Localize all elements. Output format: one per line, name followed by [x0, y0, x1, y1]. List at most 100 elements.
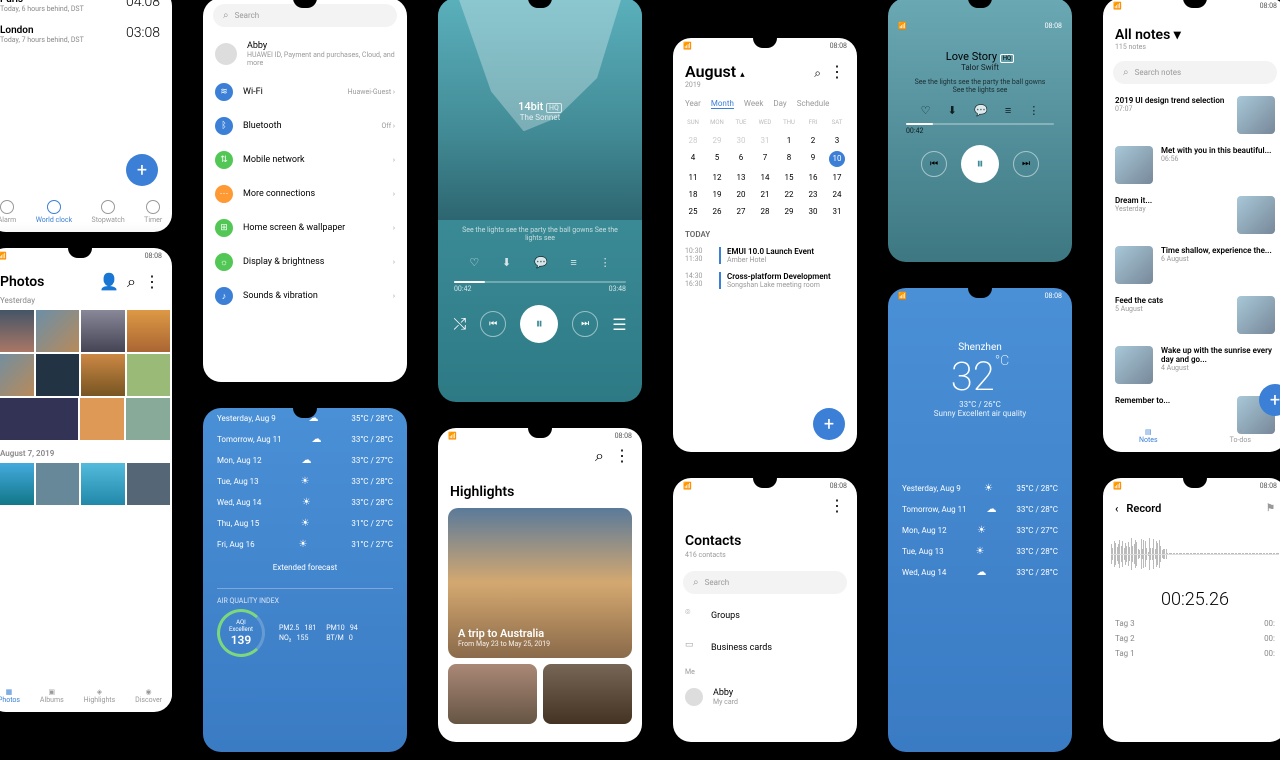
- settings-row[interactable]: ⇅Mobile network ›: [203, 143, 407, 177]
- add-city-button[interactable]: +: [126, 154, 158, 186]
- calendar-day[interactable]: 4: [681, 149, 705, 169]
- recorder-tag[interactable]: Tag 300:: [1103, 616, 1280, 631]
- calendar-day[interactable]: 22: [777, 186, 801, 203]
- calendar-day[interactable]: 25: [681, 203, 705, 220]
- thumbnail[interactable]: [126, 398, 170, 440]
- weather-day-row[interactable]: Thu, Aug 15☀31°C / 27°C: [203, 513, 407, 534]
- thumbnail[interactable]: [127, 463, 171, 505]
- settings-row[interactable]: ≋Wi-FiHuawei-Guest ›: [203, 75, 407, 109]
- thumbnail[interactable]: [36, 310, 80, 352]
- tab-todos[interactable]: ✓To-dos: [1230, 428, 1251, 444]
- settings-row[interactable]: ⋯More connections ›: [203, 177, 407, 211]
- tab-schedule[interactable]: Schedule: [797, 99, 830, 109]
- weather-day-row[interactable]: Wed, Aug 14☁33°C / 28°C: [888, 562, 1072, 583]
- shuffle-icon[interactable]: ⤭: [453, 314, 466, 334]
- recorder-tag[interactable]: Tag 200:: [1103, 631, 1280, 646]
- note-item[interactable]: Time shallow, experience the...6 August: [1103, 240, 1280, 290]
- tab-year[interactable]: Year: [685, 99, 701, 109]
- next-button[interactable]: ⏭: [1013, 151, 1039, 177]
- profile-row[interactable]: AbbyHUAWEI ID, Payment and purchases, Cl…: [203, 33, 407, 75]
- calendar-day[interactable]: 30: [801, 203, 825, 220]
- search-icon[interactable]: ⌕: [595, 446, 604, 466]
- highlight-card[interactable]: A trip to Australia From May 23 to May 2…: [448, 508, 632, 658]
- settings-row[interactable]: ᛒBluetoothOff ›: [203, 109, 407, 143]
- recorder-tag[interactable]: Tag 100:: [1103, 646, 1280, 661]
- more-icon[interactable]: ⋮: [614, 446, 630, 466]
- thumbnail[interactable]: [448, 664, 537, 724]
- calendar-day[interactable]: 18: [681, 186, 705, 203]
- extended-forecast-link[interactable]: Extended forecast: [203, 555, 407, 580]
- thumbnail[interactable]: [80, 398, 124, 440]
- calendar-day[interactable]: 24: [825, 186, 849, 203]
- calendar-day[interactable]: 31: [753, 132, 777, 149]
- settings-row[interactable]: ⊞Home screen & wallpaper ›: [203, 211, 407, 245]
- weather-day-row[interactable]: Wed, Aug 14☀33°C / 28°C: [203, 492, 407, 513]
- back-icon[interactable]: ‹: [1115, 502, 1118, 515]
- download-icon[interactable]: ⬇: [502, 256, 511, 269]
- pause-button[interactable]: ⏸: [961, 145, 999, 183]
- thumbnail[interactable]: [543, 664, 632, 724]
- more-icon[interactable]: ⋮: [600, 256, 611, 269]
- next-button[interactable]: ⏭: [572, 311, 598, 337]
- weather-day-row[interactable]: Tomorrow, Aug 11☁33°C / 28°C: [888, 499, 1072, 520]
- calendar-day[interactable]: 11: [681, 169, 705, 186]
- calendar-day[interactable]: 29: [705, 132, 729, 149]
- calendar-day[interactable]: 2: [801, 132, 825, 149]
- calendar-day[interactable]: 20: [729, 186, 753, 203]
- note-item[interactable]: Met with you in this beautiful...06:56: [1103, 140, 1280, 190]
- bizcards-row[interactable]: ▭Business cards: [673, 632, 857, 664]
- prev-button[interactable]: ⏮: [480, 311, 506, 337]
- calendar-day[interactable]: 31: [825, 203, 849, 220]
- note-item[interactable]: 2019 UI design trend selection07:07: [1103, 90, 1280, 140]
- calendar-day[interactable]: 14: [753, 169, 777, 186]
- calendar-day[interactable]: 17: [825, 169, 849, 186]
- prev-button[interactable]: ⏮: [921, 151, 947, 177]
- tab-photos[interactable]: ▦Photos: [0, 688, 20, 704]
- thumbnail[interactable]: [0, 463, 34, 505]
- calendar-day[interactable]: 3: [825, 132, 849, 149]
- tab-discover[interactable]: ◉Discover: [135, 688, 162, 704]
- calendar-day[interactable]: 12: [705, 169, 729, 186]
- calendar-day[interactable]: 10: [829, 151, 845, 167]
- me-contact[interactable]: AbbyMy card: [673, 680, 857, 714]
- calendar-day[interactable]: 29: [777, 203, 801, 220]
- tab-albums[interactable]: ▣Albums: [40, 688, 64, 704]
- tab-day[interactable]: Day: [773, 99, 786, 109]
- notes-title[interactable]: All notes ▾: [1115, 27, 1181, 43]
- more-icon[interactable]: ⋮: [829, 62, 845, 81]
- calendar-day[interactable]: 21: [753, 186, 777, 203]
- heart-icon[interactable]: ♡: [469, 256, 479, 269]
- calendar-day[interactable]: 19: [705, 186, 729, 203]
- calendar-day[interactable]: 23: [801, 186, 825, 203]
- thumbnail[interactable]: [81, 354, 125, 396]
- pause-button[interactable]: ⏸: [520, 305, 558, 343]
- weather-day-row[interactable]: Tue, Aug 13☀33°C / 28°C: [888, 541, 1072, 562]
- calendar-day[interactable]: 28: [753, 203, 777, 220]
- note-item[interactable]: Wake up with the sunrise every day and g…: [1103, 340, 1280, 390]
- search-icon[interactable]: ⌕: [814, 66, 821, 80]
- people-icon[interactable]: 👤: [99, 272, 119, 291]
- calendar-day[interactable]: 7: [753, 149, 777, 169]
- groups-row[interactable]: ⌾Groups: [673, 600, 857, 632]
- calendar-day[interactable]: 9: [801, 149, 825, 169]
- weather-day-row[interactable]: Mon, Aug 12☁33°C / 27°C: [203, 450, 407, 471]
- comment-icon[interactable]: 💬: [534, 256, 548, 269]
- tab-alarm[interactable]: Alarm: [0, 200, 16, 224]
- calendar-day[interactable]: 6: [729, 149, 753, 169]
- calendar-day[interactable]: 1: [777, 132, 801, 149]
- tab-month[interactable]: Month: [711, 99, 734, 109]
- calendar-day[interactable]: 15: [777, 169, 801, 186]
- thumbnail[interactable]: [0, 310, 34, 352]
- thumbnail[interactable]: [127, 310, 171, 352]
- calendar-day[interactable]: 27: [729, 203, 753, 220]
- note-item[interactable]: Dream it...Yesterday: [1103, 190, 1280, 240]
- tab-world-clock[interactable]: World clock: [36, 200, 72, 224]
- month-title[interactable]: August: [685, 62, 736, 81]
- settings-row[interactable]: ☼Display & brightness ›: [203, 245, 407, 279]
- event-row[interactable]: 10:3011:30EMUI 10.0 Launch EventAmber Ho…: [673, 243, 857, 268]
- contacts-search[interactable]: Search: [683, 571, 847, 594]
- flag-icon[interactable]: ⚑: [1266, 503, 1275, 514]
- eq-icon[interactable]: ≡: [570, 256, 576, 269]
- thumbnail[interactable]: [127, 354, 171, 396]
- thumbnail[interactable]: [81, 463, 125, 505]
